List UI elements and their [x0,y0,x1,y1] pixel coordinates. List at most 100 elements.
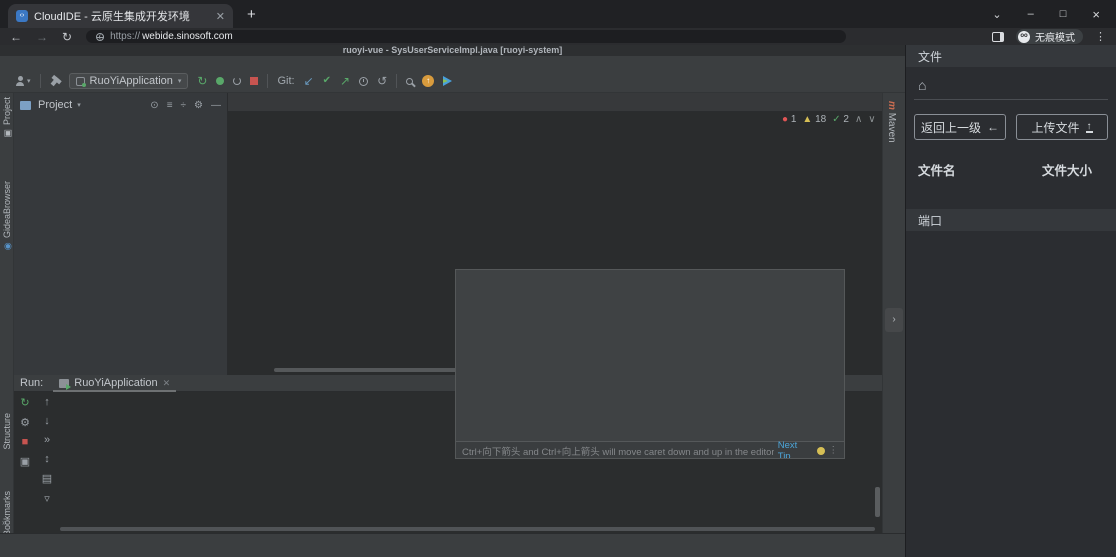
debug-icon[interactable] [216,77,224,85]
search-everywhere-icon[interactable] [443,76,452,86]
editor-tab-bar [228,93,882,112]
soft-wrap-icon[interactable]: ↕ [44,453,50,465]
files-panel-title: 文件 [906,45,1116,67]
rerun-app-icon[interactable]: ↻ [20,396,29,409]
upload-file-button[interactable]: 上传文件 ↑ [1016,114,1108,140]
close-icon[interactable]: × [1092,7,1100,22]
thread-dump-icon[interactable]: ▣ [20,455,30,468]
git-update-icon[interactable]: ↙ [304,75,314,87]
completion-hint-bar: Ctrl+向下箭头 and Ctrl+向上箭头 will move caret … [456,441,844,459]
screen: ‹› CloudIDE - 云原生集成开发环境 ✕ + ⌄ – □ × ← → … [0,0,1116,557]
back-parent-button[interactable]: 返回上一级 ← [914,114,1006,140]
run-tab-icon [59,379,69,388]
next-tip-link[interactable]: Next Tip [778,440,813,460]
favicon-icon: ‹› [16,10,28,22]
files-table: 文件名 文件大小 [914,156,1108,187]
tab-close-icon[interactable]: ✕ [216,10,225,23]
main-toolbar: ▾ RuoYiApplication ▾ ↻ Git: ↙ ✔ ↗ ↺ [16,73,452,89]
run-tab[interactable]: RuoYiApplication ✕ [53,375,176,392]
chevron-down-icon[interactable]: ⌄ [992,8,1001,21]
update-available-icon[interactable]: ↑ [422,75,434,87]
project-panel-header: Project ▾ ⊙ ≡ ÷ ⚙ — [14,93,227,117]
spring-boot-icon [76,77,85,86]
url-scheme: https:// [110,31,140,42]
bulb-icon [817,447,825,455]
run-config-selector[interactable]: RuoYiApplication ▾ [69,73,189,89]
stripe-maven[interactable]: m Maven [886,101,897,143]
minimize-icon[interactable]: – [1028,8,1034,20]
search-icon[interactable] [406,78,413,85]
back-icon[interactable]: ← [10,31,22,43]
maximize-icon[interactable]: □ [1060,8,1067,20]
site-info-icon[interactable] [96,33,104,41]
git-push-icon[interactable]: ↗ [340,75,350,87]
project-icon [20,101,31,110]
print-icon[interactable]: ▤ [42,472,52,485]
profiler-icon[interactable] [233,77,241,85]
scroll-up-icon[interactable]: ↑ [44,396,50,408]
window-controls: ⌄ – □ × [992,7,1100,22]
ports-title: 端口 [906,209,1116,231]
run-tab-label: RuoYiApplication [74,377,157,389]
project-panel-title[interactable]: Project [38,99,72,111]
incognito-badge: oo 无痕模式 [1016,29,1083,44]
rollback-icon[interactable]: ↺ [377,75,387,87]
rerun-icon[interactable]: ↻ [197,75,207,87]
scroll-end-icon[interactable]: » [44,434,50,446]
browser-tab-strip: ‹› CloudIDE - 云原生集成开发环境 ✕ + ⌄ – □ × [0,0,1116,28]
completion-list [456,270,844,441]
ide-title: ruoyi-vue - SysUserServiceImpl.java [ruo… [0,45,905,56]
clear-console-icon[interactable]: ▿ [44,492,50,505]
right-tool-stripe: m Maven › [882,93,905,533]
files-col-size: 文件大小 [1042,160,1104,179]
hint-text: Ctrl+向下箭头 and Ctrl+向上箭头 will move caret … [462,444,774,458]
run-tab-close-icon[interactable]: ✕ [163,378,171,389]
console-vscrollbar[interactable] [875,487,880,517]
history-icon[interactable] [359,77,368,86]
browser-menu-icon[interactable]: ⋮ [1095,30,1106,43]
git-commit-icon[interactable]: ✔ [323,76,331,86]
run-label: Run: [20,377,43,389]
stripe-structure[interactable]: Structure [2,413,12,450]
browser-tab[interactable]: ‹› CloudIDE - 云原生集成开发环境 ✕ [8,4,233,28]
collapse-all-icon[interactable]: ÷ [181,100,187,111]
browser-toolbar: ← → ↻ https://webide.sinosoft.com oo 无痕模… [0,28,1116,45]
stop-icon[interactable] [250,77,258,85]
run-toolbar: ↻ ⚙ ■ ▣ ↑ ↓ » ↕ ▤ ▿ [14,392,58,533]
address-bar[interactable]: https://webide.sinosoft.com [86,30,846,43]
forward-icon[interactable]: → [36,31,48,43]
files-col-name: 文件名 [918,160,956,179]
run-settings-icon[interactable]: ⚙ [20,416,30,429]
home-icon[interactable]: ⌂ [918,77,1116,93]
hint-menu-icon[interactable]: ⋮ [829,445,839,456]
scroll-down-icon[interactable]: ↓ [44,415,50,427]
side-panel-icon[interactable] [992,32,1004,42]
stripe-bookmarks[interactable]: Bookmarks [2,491,12,536]
project-panel: Project ▾ ⊙ ≡ ÷ ⚙ — [14,93,228,375]
new-tab-button[interactable]: + [247,6,256,23]
ide-menubar [0,56,905,70]
tool-window-bar [0,533,905,557]
browser-tab-title: CloudIDE - 云原生集成开发环境 [34,8,190,24]
editor-error-stripe[interactable] [874,112,882,375]
build-hammer-icon[interactable] [50,76,59,85]
expand-all-icon[interactable]: ≡ [167,100,173,111]
stripe-gideabrowser[interactable]: ◉ GideaBrowser [2,181,12,251]
console-hscrollbar[interactable] [60,527,875,531]
run-config-label: RuoYiApplication [90,75,173,87]
locate-icon[interactable]: ⊙ [150,100,158,111]
reload-icon[interactable]: ↻ [62,31,72,43]
completion-popup: Ctrl+向下箭头 and Ctrl+向上箭头 will move caret … [455,269,845,459]
user-icon[interactable] [16,82,24,86]
incognito-label: 无痕模式 [1035,29,1075,44]
stripe-more-icon[interactable]: » [2,518,6,527]
expand-stripe-icon[interactable]: › [885,308,903,332]
incognito-icon: oo [1018,31,1030,43]
stop-app-icon[interactable]: ■ [22,436,29,448]
left-tool-stripe: ▣ Project ◉ GideaBrowser Structure Bookm… [0,93,14,533]
inspections-widget[interactable]: ● 1 ▲ 18 ✓ 2 ∧∨ [782,114,876,125]
files-panel: 文件 ⌂ 返回上一级 ← 上传文件 ↑ 文件名 文件大小 端口 [905,45,1116,557]
stripe-project[interactable]: ▣ Project [2,97,12,138]
hide-panel-icon[interactable]: — [211,100,221,111]
settings-icon[interactable]: ⚙ [194,100,203,111]
